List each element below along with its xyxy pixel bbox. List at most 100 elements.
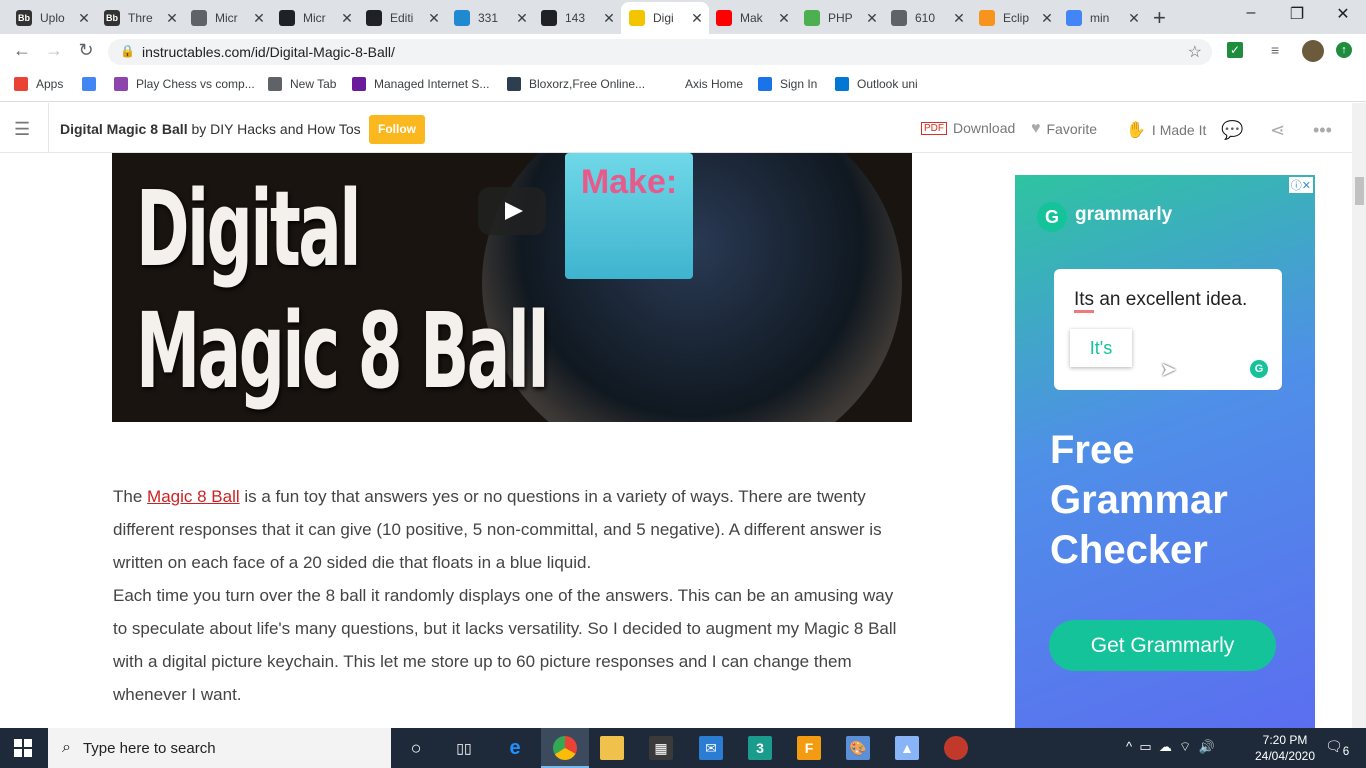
comments-icon[interactable]: 💬 [1221,120,1243,141]
bookmark-item[interactable]: Axis Home [685,77,743,91]
browser-tab[interactable]: 331 ✕ [446,2,534,34]
address-bar[interactable]: 🔒 instructables.com/id/Digital-Magic-8-B… [108,39,1212,65]
bookmark-label: Apps [36,77,64,91]
cortana-icon[interactable]: ○ [404,736,428,760]
bookmark-item[interactable]: Apps [14,77,63,91]
menu-icon[interactable]: ☰ [14,119,30,140]
forward-button[interactable]: → [42,40,66,61]
bookmark-item[interactable]: Bloxorz,Free Online... [507,77,645,91]
media-queue-icon[interactable]: ≡ [1271,42,1279,58]
bookmark-item[interactable]: Managed Internet S... [352,77,489,91]
notification-center-icon[interactable]: 🗨6 [1325,738,1349,758]
make-logo-text: Make: [580,163,678,201]
signin-icon [758,77,772,91]
download-button[interactable]: PDF Download [921,120,1015,136]
app-shield-icon[interactable] [944,736,968,760]
system-tray[interactable]: ^ ▭ ☁ ⌔ 🔊 [1126,739,1215,755]
share-icon[interactable]: ⋖ [1270,120,1285,141]
image-viewer-icon[interactable]: ▲ [895,736,919,760]
close-tab-icon[interactable]: ✕ [951,10,967,26]
browser-tab[interactable]: 143 ✕ [533,2,621,34]
store-icon[interactable]: ▦ [649,736,673,760]
close-tab-icon[interactable]: ✕ [76,10,92,26]
app-f-icon[interactable]: F [797,736,821,760]
close-tab-icon[interactable]: ✕ [689,10,705,26]
favorite-button[interactable]: ♥ Favorite [1031,120,1097,138]
browser-tab[interactable]: Digi ✕ [621,2,709,34]
browser-tab[interactable]: Eclip ✕ [971,2,1059,34]
close-tab-icon[interactable]: ✕ [514,10,530,26]
minimize-button[interactable]: – [1228,4,1274,22]
mail-icon[interactable]: ✉ [699,736,723,760]
browser-tab[interactable]: Bb Uplo ✕ [8,2,96,34]
tab-title: Micr [303,11,326,25]
browser-tab[interactable]: Mak ✕ [708,2,796,34]
task-view-icon[interactable]: ▯▯ [452,736,476,760]
taskbar-search-placeholder[interactable]: Type here to search [83,740,216,757]
close-tab-icon[interactable]: ✕ [164,10,180,26]
update-icon[interactable]: ↑ [1336,42,1352,58]
app3-icon[interactable]: 3 [748,736,772,760]
page-scrollbar[interactable] [1352,103,1366,728]
close-tab-icon[interactable]: ✕ [1126,10,1142,26]
bookmark-item[interactable]: New Tab [268,77,336,91]
bookmark-item[interactable]: Sign In [758,77,817,91]
lock-icon[interactable]: 🔒 [120,44,135,58]
clock-time: 7:20 PM [1262,733,1308,747]
browser-tab[interactable]: Micr ✕ [183,2,271,34]
close-tab-icon[interactable]: ✕ [339,10,355,26]
profile-avatar[interactable] [1302,40,1324,62]
more-icon[interactable]: ••• [1313,120,1332,141]
close-tab-icon[interactable]: ✕ [426,10,442,26]
header-divider [48,103,49,153]
tab-title: Digi [653,11,674,25]
edge-icon[interactable]: e [503,736,527,760]
magic-8-ball-link[interactable]: Magic 8 Ball [147,487,240,506]
bookmark-item[interactable]: Outlook uni [835,77,918,91]
file-explorer-icon[interactable] [600,736,624,760]
bookmark-item[interactable] [82,77,104,91]
url-text[interactable]: instructables.com/id/Digital-Magic-8-Bal… [142,44,395,60]
browser-tab[interactable]: Bb Thre ✕ [96,2,184,34]
new-tab-button[interactable]: + [1153,5,1166,31]
reload-button[interactable]: ↻ [74,40,98,61]
download-label: Download [953,120,1016,136]
browser-tab[interactable]: PHP ✕ [796,2,884,34]
play-button[interactable] [478,187,546,235]
paint-icon[interactable]: 🎨 [846,736,870,760]
extension-check-icon[interactable]: ✓ [1227,42,1243,58]
taskbar-search[interactable]: ⌕ Type here to search [48,728,391,768]
w3-icon [804,10,820,26]
misspelled-word: Its [1074,289,1095,313]
chrome-taskbar-active[interactable] [541,728,589,768]
follow-button[interactable]: Follow [369,115,425,144]
browser-tab[interactable]: 610 ✕ [883,2,971,34]
maximize-button[interactable]: ❐ [1274,4,1320,24]
windows-start-icon[interactable] [14,739,32,757]
bookmark-item[interactable]: Play Chess vs comp... [114,77,255,91]
clock-date: 24/04/2020 [1254,749,1316,763]
notification-count: 6 [1342,744,1350,758]
video-embed[interactable]: Make: Digital Magic 8 Ball [112,153,912,422]
scrollbar-thumb[interactable] [1355,177,1364,205]
browser-tab[interactable]: Micr ✕ [271,2,359,34]
browser-tab[interactable]: Editi ✕ [358,2,446,34]
grammarly-ad[interactable]: ⓘ✕ G grammarly Its an excellent idea. It… [1015,175,1315,728]
close-tab-icon[interactable]: ✕ [864,10,880,26]
tab-title: 610 [915,11,936,25]
close-window-button[interactable]: ✕ [1320,4,1366,24]
close-tab-icon[interactable]: ✕ [251,10,267,26]
ad-close-icon[interactable]: ⓘ✕ [1288,177,1313,193]
get-grammarly-button[interactable]: Get Grammarly [1049,620,1276,671]
clock[interactable]: 7:20 PM 24/04/2020 [1250,732,1320,764]
close-tab-icon[interactable]: ✕ [776,10,792,26]
made-it-button[interactable]: ✋ I Made It [1126,120,1206,140]
project-author[interactable]: by DIY Hacks and How Tos [191,121,360,137]
close-tab-icon[interactable]: ✕ [1039,10,1055,26]
bookmark-star-icon[interactable]: ☆ [1188,42,1202,62]
back-button[interactable]: ← [10,40,34,61]
close-tab-icon[interactable]: ✕ [601,10,617,26]
article-paragraph-1: The Magic 8 Ball is a fun toy that answe… [113,480,903,579]
browser-tab[interactable]: min ✕ [1058,2,1146,34]
sentence-rest: an excellent idea. [1094,289,1248,310]
